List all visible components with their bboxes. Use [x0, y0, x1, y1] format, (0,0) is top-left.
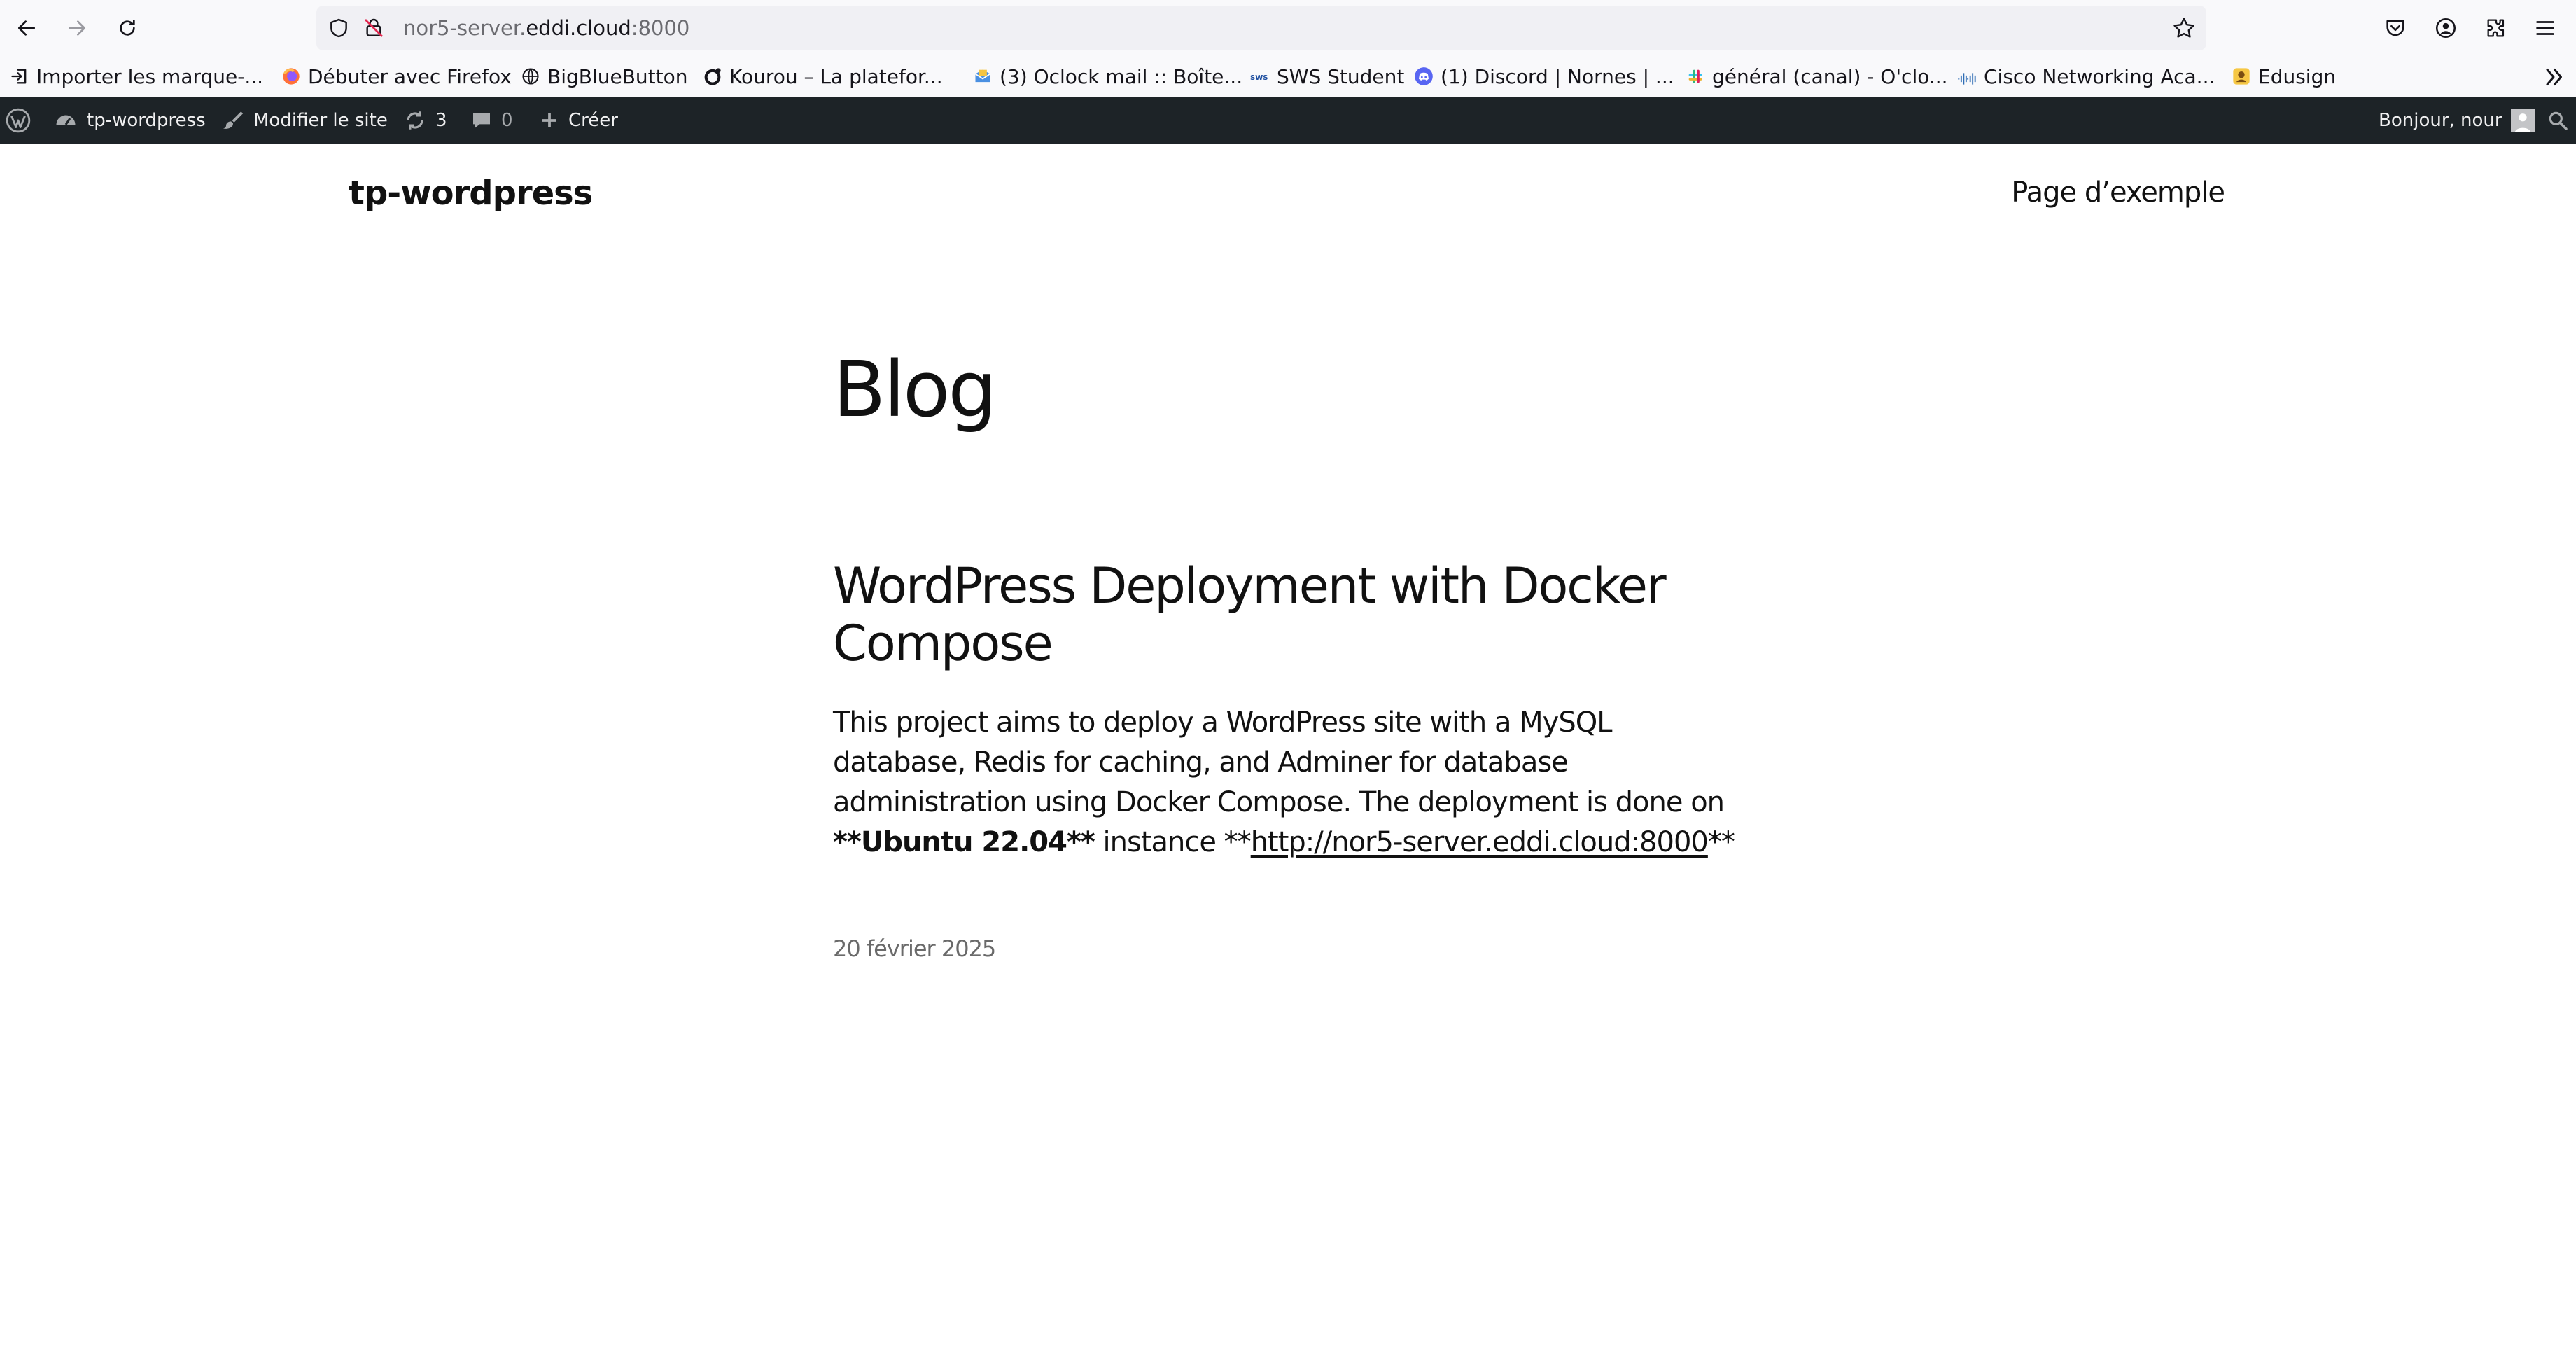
excerpt-bold-text: **Ubuntu 22.04**: [833, 826, 1096, 858]
admin-edit-site-label: Modifier le site: [253, 110, 388, 131]
back-button[interactable]: [7, 8, 46, 48]
browser-toolbar: nor5-server.eddi.cloud:8000: [0, 0, 2576, 56]
page-heading: Blog: [833, 344, 997, 434]
bookmark-cisco[interactable]: Cisco Networking Aca...: [1957, 62, 2215, 91]
url-port: :8000: [631, 16, 690, 40]
account-button[interactable]: [2430, 13, 2461, 43]
url-subdomain: nor5-server.: [403, 16, 526, 40]
firefox-icon: [283, 68, 300, 85]
account-icon: [2435, 18, 2456, 39]
wp-admin-bar: tp-wordpress Modifier le site 3 0 Créer …: [0, 97, 2576, 144]
back-arrow-icon: [18, 20, 35, 36]
bookmark-edusign[interactable]: Edusign: [2232, 62, 2336, 91]
edusign-icon: [2233, 68, 2250, 85]
admin-site-name-label: tp-wordpress: [87, 110, 206, 131]
bookmark-sws-student[interactable]: SWS SWS Student: [1250, 62, 1404, 91]
bookmark-discord[interactable]: (1) Discord | Nornes | ...: [1414, 62, 1674, 91]
globe-icon: [522, 68, 539, 85]
bookmarks-bar: Importer les marque-... Débuter avec Fir…: [0, 56, 2576, 97]
forward-arrow-icon: [69, 20, 85, 36]
extensions-button[interactable]: [2481, 13, 2512, 43]
bookmark-label: (1) Discord | Nornes | ...: [1441, 64, 1674, 88]
excerpt-text: **: [1707, 826, 1735, 858]
admin-search[interactable]: [2540, 97, 2576, 144]
site-title[interactable]: tp-wordpress: [349, 174, 593, 213]
address-bar[interactable]: nor5-server.eddi.cloud:8000: [316, 6, 2206, 50]
url-domain: eddi.cloud: [526, 16, 631, 40]
bookmark-label: SWS Student: [1277, 64, 1405, 88]
wordpress-logo-icon: [6, 108, 31, 133]
comment-icon: [473, 113, 490, 128]
reload-icon: [120, 20, 135, 36]
reload-button[interactable]: [108, 8, 147, 48]
nav-link-sample-page[interactable]: Page d’exemple: [2011, 176, 2225, 209]
post-date[interactable]: 20 février 2025: [833, 935, 996, 962]
mail-icon: [975, 69, 990, 83]
excerpt-link[interactable]: http://nor5-server.eddi.cloud:8000: [1251, 826, 1709, 858]
dashboard-icon: [56, 115, 76, 125]
brush-icon: [223, 111, 244, 129]
admin-create[interactable]: Créer: [539, 97, 618, 144]
search-icon: [2549, 111, 2568, 130]
kourou-icon: [704, 68, 721, 85]
bookmark-oclock-mail[interactable]: (3) Oclock mail :: Boîte...: [973, 62, 1242, 91]
more-bookmarks-chevron-icon[interactable]: [2540, 64, 2568, 90]
admin-account[interactable]: Bonjour, nour: [2379, 97, 2535, 144]
admin-comments[interactable]: 0: [470, 97, 513, 144]
slack-icon: [1688, 69, 1702, 83]
insecure-lock-icon[interactable]: [363, 17, 385, 39]
shield-icon[interactable]: [328, 17, 350, 39]
wp-logo-menu[interactable]: [0, 97, 36, 144]
bookmark-label: Importer les marque-...: [36, 64, 264, 88]
bookmark-label: (3) Oclock mail :: Boîte...: [1000, 64, 1243, 88]
url-text[interactable]: nor5-server.eddi.cloud:8000: [403, 15, 690, 41]
discord-icon: [1415, 67, 1433, 85]
import-icon: [11, 69, 27, 84]
svg-text:SWS: SWS: [1250, 74, 1268, 82]
bookmark-label: Edusign: [2258, 64, 2337, 88]
admin-create-label: Créer: [568, 110, 618, 131]
excerpt-text: This project aims to deploy a WordPress …: [833, 706, 1725, 818]
bookmark-label: BigBlueButton: [547, 64, 688, 88]
bookmark-label: Cisco Networking Aca...: [1984, 64, 2216, 88]
post-excerpt: This project aims to deploy a WordPress …: [833, 703, 1743, 863]
forward-button[interactable]: [57, 8, 97, 48]
menu-button[interactable]: [2530, 13, 2561, 43]
pocket-button[interactable]: [2380, 13, 2411, 43]
bookmark-label: général (canal) - O'clo...: [1712, 64, 1948, 88]
hamburger-menu-icon: [2536, 21, 2554, 35]
post-title[interactable]: WordPress Deployment with Docker Compose: [833, 557, 1743, 672]
avatar: [2510, 109, 2535, 132]
bookmark-bigbluebutton[interactable]: BigBlueButton: [521, 62, 688, 91]
admin-edit-site[interactable]: Modifier le site: [221, 97, 388, 144]
bookmark-kourou[interactable]: Kourou – La platefor...: [703, 62, 943, 91]
sws-icon: SWS: [1250, 74, 1268, 82]
excerpt-text: instance **: [1094, 826, 1252, 858]
admin-greeting: Bonjour, nour: [2379, 110, 2502, 131]
admin-updates-count: 3: [435, 110, 447, 131]
cisco-icon: [1958, 73, 1976, 85]
bookmark-import[interactable]: Importer les marque-...: [10, 62, 263, 91]
admin-site-name[interactable]: tp-wordpress: [53, 97, 206, 144]
updates-icon: [407, 111, 424, 130]
bookmark-star-icon[interactable]: [2171, 15, 2197, 41]
bookmark-debuter-firefox[interactable]: Débuter avec Firefox: [281, 62, 512, 91]
plus-icon: [542, 113, 556, 127]
bookmark-slack[interactable]: général (canal) - O'clo...: [1686, 62, 1948, 91]
admin-comments-count: 0: [501, 110, 513, 131]
pocket-icon: [2386, 20, 2404, 36]
puzzle-icon: [2487, 19, 2505, 37]
bookmark-label: Débuter avec Firefox: [308, 64, 512, 88]
admin-updates[interactable]: 3: [403, 97, 447, 144]
bookmark-label: Kourou – La platefor...: [729, 64, 943, 88]
